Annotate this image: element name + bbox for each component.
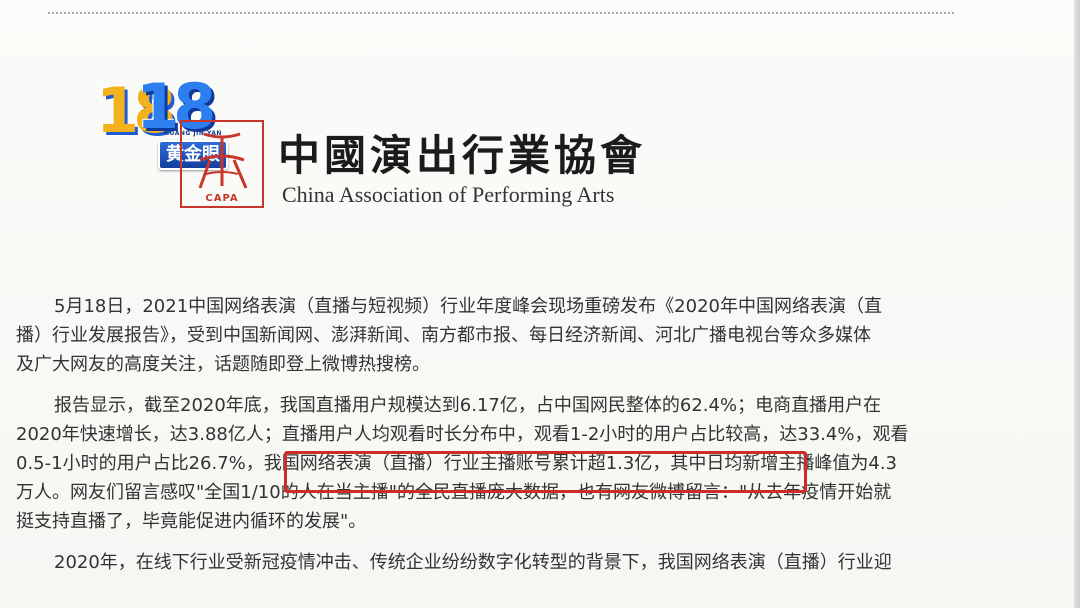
seal-label: CAPA: [205, 193, 239, 204]
text-line: 2020年，在线下行业受新冠疫情冲击、传统企业纷纷数字化转型的背景下，我国网络表…: [54, 552, 892, 573]
article-paragraph: 2020年，在线下行业受新冠疫情冲击、传统企业纷纷数字化转型的背景下，我国网络表…: [16, 548, 1078, 577]
text-line: 2020年快速增长，达3.88亿人；直播用户人均观看时长分布中，观看1-2小时的…: [16, 424, 909, 445]
text-line: 挺支持直播了，毕竟能促进内循环的发展"。: [16, 511, 367, 532]
seal-mark-icon: [198, 132, 248, 189]
text-line: 报告显示，截至2020年底，我国直播用户规模达到6.17亿，占中国网民整体的62…: [54, 395, 882, 416]
dotted-divider: [48, 12, 954, 14]
document-page: 18 18 HUANG JIN YAN 黄金眼 CAPA 中國演出行業協會 Ch…: [0, 0, 1080, 608]
organization-name-english: China Association of Performing Arts: [282, 182, 615, 207]
article-paragraph: 报告显示，截至2020年底，我国直播用户规模达到6.17亿，占中国网民整体的62…: [16, 391, 1078, 536]
organization-name-chinese: 中國演出行業協會: [278, 131, 647, 180]
association-seal-icon: CAPA: [180, 120, 264, 208]
text-line: 及广大网友的高度关注，话题随即登上微博热搜榜。: [16, 354, 430, 375]
text-line: 万人。网友们留言感叹"全国1/10的人在当主播"的全民直播庞大数据，也有网友微博…: [16, 482, 892, 503]
article-body: 5月18日，2021中国网络表演（直播与短视频）行业年度峰会现场重磅发布《202…: [16, 292, 1078, 589]
article-paragraph: 5月18日，2021中国网络表演（直播与短视频）行业年度峰会现场重磅发布《202…: [16, 292, 1078, 379]
text-line: 0.5-1小时的用户占比26.7%，我国网络表演（直播）行业主播账号累计超1.3…: [16, 453, 898, 474]
text-line: 播）行业发展报告》，受到中国新闻网、澎湃新闻、南方都市报、每日经济新闻、河北广播…: [16, 325, 871, 346]
text-line: 5月18日，2021中国网络表演（直播与短视频）行业年度峰会现场重磅发布《202…: [54, 296, 882, 317]
